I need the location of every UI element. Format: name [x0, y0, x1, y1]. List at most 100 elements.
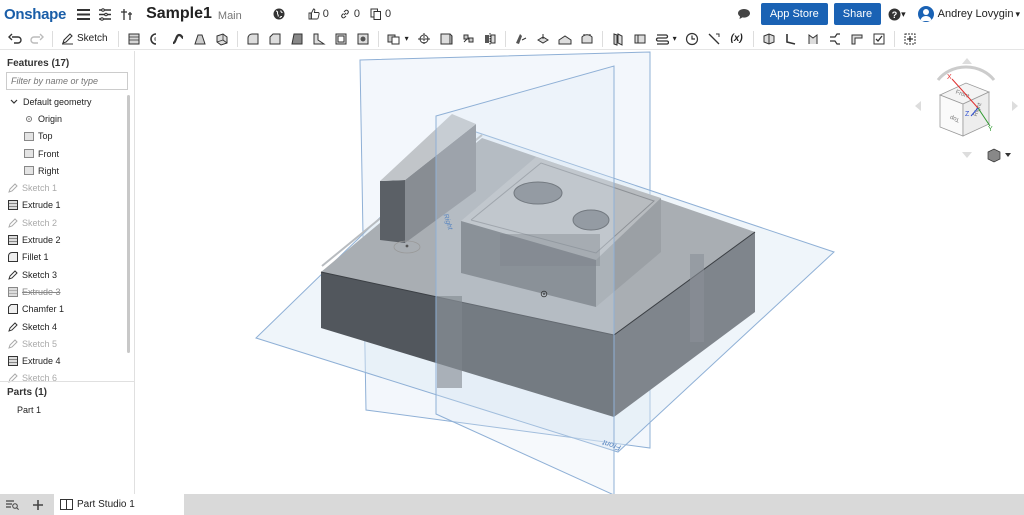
sweep-icon[interactable] [169, 30, 187, 48]
pattern-icon[interactable] [459, 30, 477, 48]
rotate-right-icon[interactable] [1012, 101, 1018, 111]
help-caret[interactable]: ▾ [901, 9, 906, 20]
loft-icon[interactable] [191, 30, 209, 48]
undo-icon[interactable] [6, 30, 24, 48]
feature-label: Sketch 2 [22, 217, 58, 228]
plane-icon[interactable] [609, 30, 627, 48]
hole-icon[interactable] [354, 30, 372, 48]
user-caret: ▾ [1015, 8, 1020, 19]
model-canvas[interactable]: Front Right Front Top Right X Y Z [136, 51, 1024, 496]
toolbar-divider [504, 30, 506, 47]
helix-icon[interactable] [653, 30, 671, 48]
feature-item[interactable]: Right [0, 162, 130, 179]
feature-item[interactable]: Default geometry [0, 93, 130, 110]
feature-item[interactable]: Extrude 3 [0, 283, 130, 300]
app-store-button[interactable]: App Store [760, 3, 828, 25]
filter-icon[interactable] [705, 30, 723, 48]
help-icon[interactable]: ? [887, 5, 901, 23]
measure-icon[interactable] [683, 30, 701, 48]
chamfer-icon[interactable] [266, 30, 284, 48]
replace-face-icon[interactable] [556, 30, 574, 48]
sketch-icon [8, 321, 18, 332]
finish-sheet-icon[interactable] [870, 30, 888, 48]
rotate-up-icon[interactable] [962, 58, 972, 64]
feature-item[interactable]: Extrude 1 [0, 197, 130, 214]
insert-icon[interactable] [118, 5, 136, 23]
tab-part-studio[interactable]: Part Studio 1 [54, 494, 184, 515]
split-icon[interactable] [415, 30, 433, 48]
draft-icon[interactable] [288, 30, 306, 48]
copies-counter[interactable]: 0 [370, 8, 391, 20]
feature-list-scrollbar[interactable] [127, 95, 130, 353]
display-mode-icon[interactable] [987, 148, 1011, 163]
shell-icon[interactable] [332, 30, 350, 48]
thicken-icon[interactable] [213, 30, 231, 48]
right-plane[interactable] [435, 65, 615, 496]
feature-item[interactable]: Sketch 1 [0, 179, 130, 196]
flange-icon[interactable] [782, 30, 800, 48]
share-button[interactable]: Share [833, 3, 882, 25]
add-tab-icon[interactable] [28, 495, 48, 515]
feature-item[interactable]: Chamfer 1 [0, 301, 130, 318]
sheet-metal-icon[interactable] [760, 30, 778, 48]
feature-filter-input[interactable] [6, 72, 128, 90]
branch-name[interactable]: Main [218, 10, 242, 22]
tab-manager-icon[interactable] [2, 495, 22, 515]
curve-dropdown-icon[interactable]: ▾ [673, 34, 677, 43]
menu-icon[interactable] [74, 5, 92, 23]
likes-counter[interactable]: 0 [308, 8, 329, 20]
feature-item[interactable]: Extrude 4 [0, 352, 130, 369]
bend-relief-icon[interactable] [848, 30, 866, 48]
feature-item[interactable]: Front [0, 145, 130, 162]
revolve-icon[interactable] [147, 30, 165, 48]
feature-item[interactable]: Sketch 2 [0, 214, 130, 231]
axis-x-label: X [947, 74, 952, 81]
rotate-left-icon[interactable] [915, 101, 921, 111]
user-menu[interactable]: Andrey Lovygin ▾ [917, 6, 1020, 22]
feature-item[interactable]: Origin [0, 110, 130, 127]
redo-icon[interactable] [28, 30, 46, 48]
toolbar-divider [236, 30, 238, 47]
sketch-button[interactable]: Sketch [61, 32, 108, 45]
parts-title: Parts (1) [7, 387, 48, 398]
delete-part-icon[interactable] [512, 30, 530, 48]
graphics-viewport[interactable]: Front Right Front Top Right X Y Z [136, 51, 1024, 496]
links-counter[interactable]: 0 [339, 8, 360, 20]
mirror-icon[interactable] [481, 30, 499, 48]
fillet-icon[interactable] [244, 30, 262, 48]
feature-item[interactable]: Sketch 4 [0, 318, 130, 335]
chevron-down-icon[interactable] [9, 97, 19, 107]
offset-surface-icon[interactable] [578, 30, 596, 48]
likes-count: 0 [322, 8, 329, 20]
add-custom-feature-icon[interactable] [901, 30, 919, 48]
globe-icon[interactable] [270, 5, 288, 23]
move-face-icon[interactable] [534, 30, 552, 48]
variable-label: (x) [730, 33, 743, 44]
boolean-icon[interactable] [385, 30, 403, 48]
tab-icon[interactable] [826, 30, 844, 48]
feature-label: Extrude 3 [22, 286, 61, 297]
onshape-logo[interactable]: Onshape [4, 6, 66, 23]
boolean-dropdown-icon[interactable]: ▾ [405, 34, 409, 43]
feature-item[interactable]: Sketch 6 [0, 370, 130, 387]
extrude-icon[interactable] [125, 30, 143, 48]
feature-item[interactable]: Extrude 2 [0, 231, 130, 248]
rib-icon[interactable] [310, 30, 328, 48]
rotate-down-icon[interactable] [962, 152, 972, 158]
variable-icon[interactable]: (x) [727, 30, 747, 48]
hem-icon[interactable] [804, 30, 822, 48]
feature-item[interactable]: Fillet 1 [0, 249, 130, 266]
view-cube[interactable]: Front Top Right X Y Z [915, 58, 1018, 158]
fin-left-face[interactable] [380, 180, 405, 243]
mate-connector-icon[interactable] [631, 30, 649, 48]
transform-icon[interactable] [437, 30, 455, 48]
feature-list-icon[interactable] [96, 5, 114, 23]
part-item[interactable]: Part 1 [17, 405, 41, 415]
feature-item[interactable]: Sketch 5 [0, 335, 130, 352]
feature-item[interactable]: Top [0, 128, 130, 145]
comment-icon[interactable] [735, 5, 753, 23]
toolbar-divider [377, 30, 379, 47]
document-title[interactable]: Sample1 [146, 5, 212, 23]
feature-item[interactable]: Sketch 3 [0, 266, 130, 283]
document-counters: 0 0 0 [270, 5, 395, 23]
